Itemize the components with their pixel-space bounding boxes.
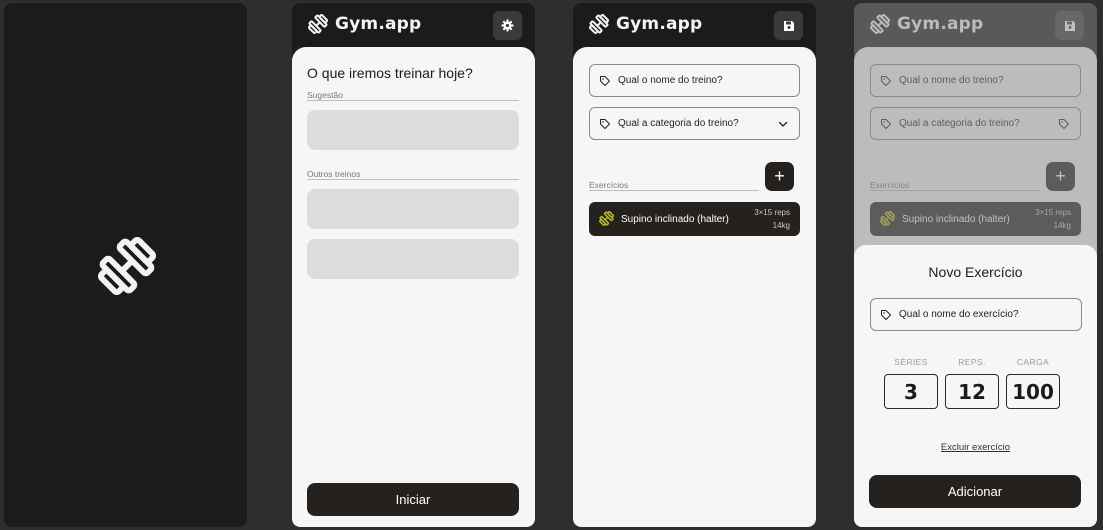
series-label: SÉRIES [894, 357, 928, 367]
dumbbell-icon [308, 14, 328, 34]
exercises-label: Exercícios [589, 180, 629, 190]
brand: Gym.app [589, 14, 702, 34]
suggestion-label: Sugestão [307, 90, 343, 100]
dumbbell-icon [98, 237, 156, 295]
workout-name-input[interactable]: Qual o nome do treino? [589, 64, 800, 97]
settings-button[interactable] [493, 11, 522, 40]
tag-icon [600, 75, 610, 86]
workout-card[interactable] [307, 239, 519, 279]
modal-title: Novo Exercício [928, 264, 1023, 280]
reps-input[interactable]: 12 [945, 374, 999, 409]
app-header: Gym.app [573, 3, 816, 47]
chevron-down-icon [778, 121, 788, 127]
home-panel: O que iremos treinar hoje? Sugestão Outr… [292, 47, 535, 527]
exercise-item[interactable]: Supino inclinado (halter) 3×15 reps 14kg [589, 202, 800, 236]
tag-icon [600, 118, 610, 129]
delete-exercise-link[interactable]: Excluir exercício [854, 442, 1097, 453]
suggestion-card[interactable] [307, 110, 519, 150]
load-input[interactable]: 100 [1006, 374, 1060, 409]
app-title: Gym.app [335, 14, 422, 34]
exercise-name-input[interactable]: Qual o nome do exercício? [870, 298, 1082, 331]
reps-label: REPS. [958, 357, 986, 367]
other-workouts-label: Outros treinos [307, 169, 361, 179]
divider [307, 100, 519, 101]
new-exercise-screen: Gym.app Qual o nome do treino? Qual a ca… [854, 3, 1097, 527]
exercise-name-placeholder: Qual o nome do exercício? [899, 309, 1019, 320]
workout-editor-screen: Gym.app Qual o nome do treino? Qual a ca… [573, 3, 816, 527]
splash-screen [4, 3, 247, 527]
gear-icon [501, 19, 514, 32]
divider [589, 190, 759, 191]
new-exercise-sheet: Novo Exercício Qual o nome do exercício?… [854, 245, 1097, 527]
workout-name-placeholder: Qual o nome do treino? [618, 75, 723, 86]
load-label: CARGA [1016, 357, 1050, 367]
editor-panel: Qual o nome do treino? Qual a categoria … [573, 47, 816, 527]
start-button[interactable]: Iniciar [307, 483, 519, 516]
add-button[interactable]: Adicionar [869, 475, 1081, 508]
workout-card[interactable] [307, 189, 519, 229]
series-input[interactable]: 3 [884, 374, 938, 409]
workout-category-select[interactable]: Qual a categoria do treino? [589, 107, 800, 140]
save-icon [783, 20, 794, 31]
workout-category-placeholder: Qual a categoria do treino? [618, 118, 739, 129]
app-header: Gym.app [292, 3, 535, 47]
save-button[interactable] [774, 11, 803, 40]
add-exercise-button[interactable]: + [765, 162, 794, 191]
brand: Gym.app [308, 14, 421, 34]
dumbbell-icon [599, 211, 614, 226]
exercise-reps: 3×15 reps [754, 208, 790, 217]
app-title: Gym.app [616, 14, 703, 34]
delete-exercise-text[interactable]: Excluir exercício [941, 442, 1010, 453]
home-screen: Gym.app O que iremos treinar hoje? Suges… [292, 3, 535, 527]
exercise-name: Supino inclinado (halter) [621, 214, 729, 225]
page-title: O que iremos treinar hoje? [307, 65, 473, 81]
dumbbell-icon [589, 14, 609, 34]
exercise-load: 14kg [772, 221, 790, 230]
tag-icon [881, 309, 891, 320]
divider [307, 179, 519, 180]
